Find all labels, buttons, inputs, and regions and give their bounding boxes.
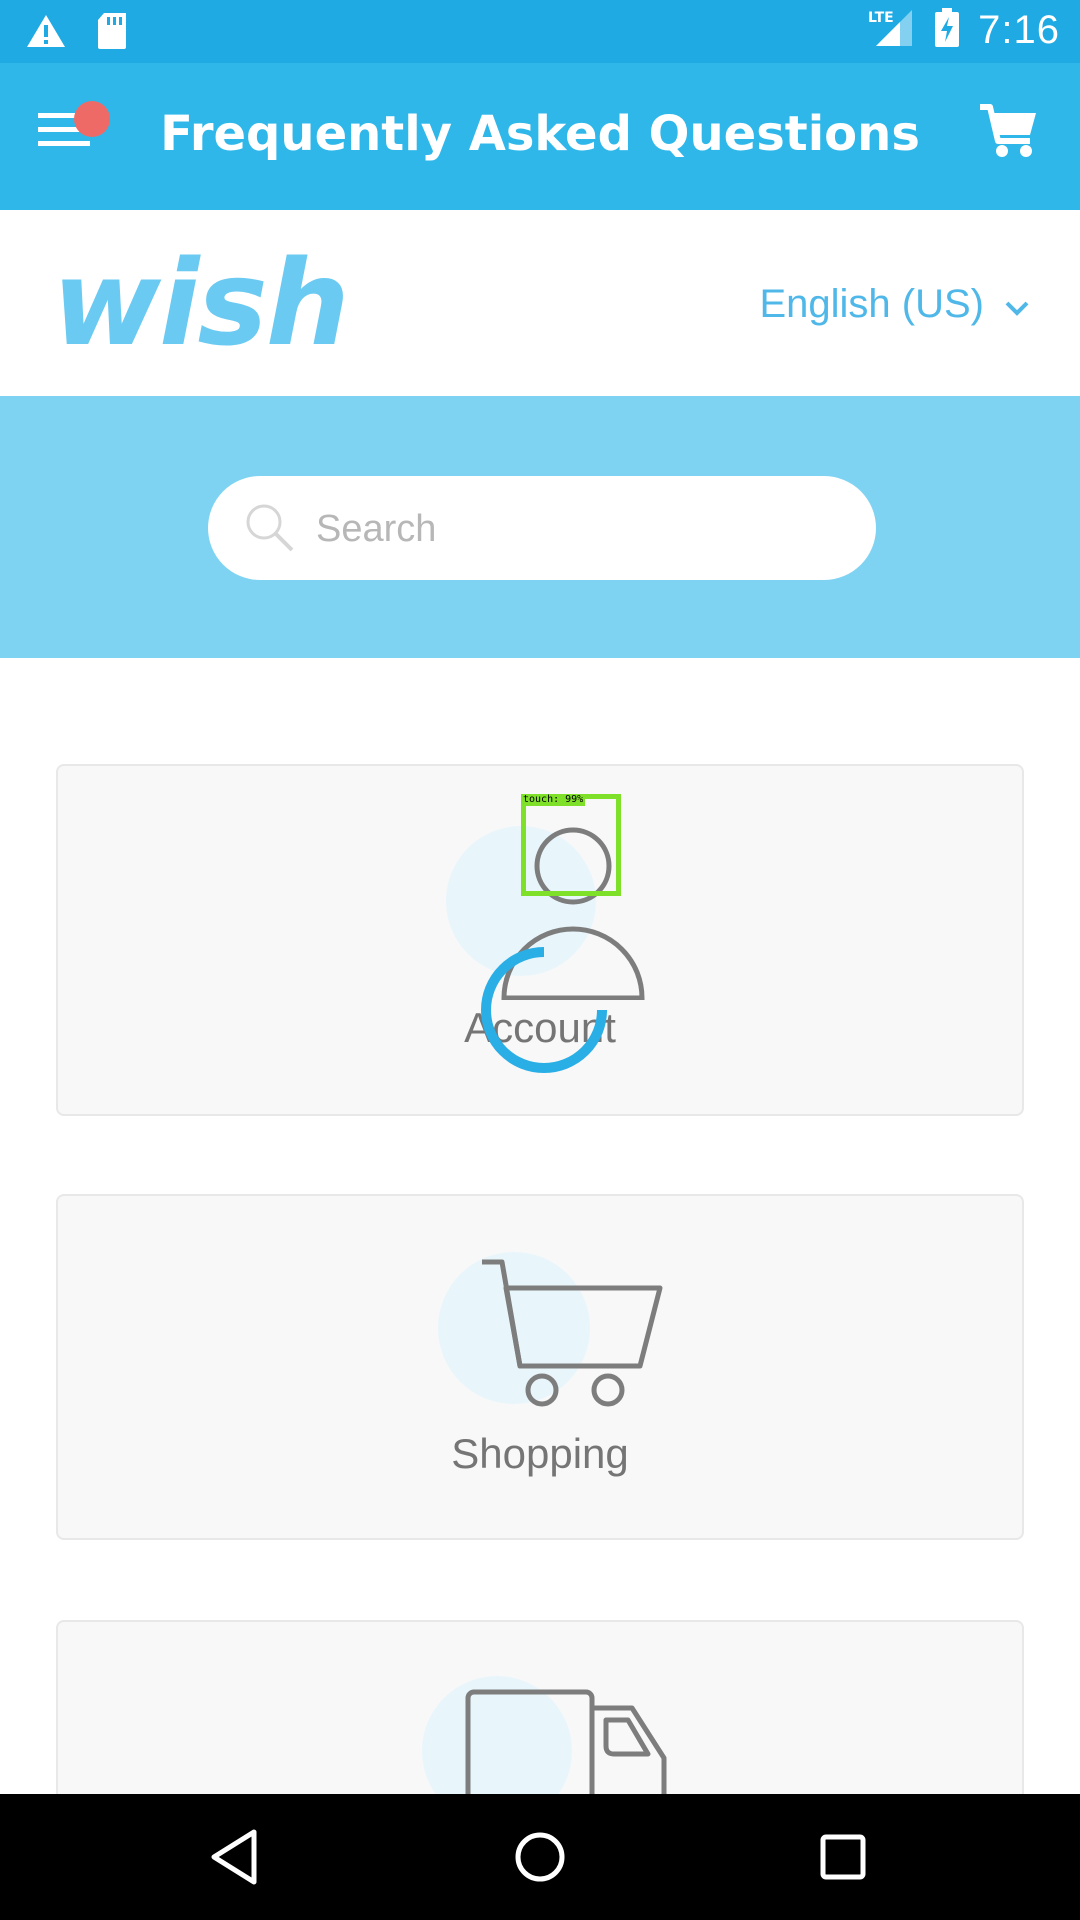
category-card-account[interactable]: Account touch: 99% (56, 764, 1024, 1116)
home-icon (507, 1832, 573, 1894)
cart-button[interactable] (978, 103, 1044, 169)
search-bar[interactable] (208, 476, 876, 580)
battery-charging-icon (934, 8, 960, 53)
app-bar: Frequently Asked Questions (0, 63, 1080, 210)
search-input[interactable] (314, 494, 838, 564)
signal-icon: LTE (868, 8, 916, 53)
category-card-delivery[interactable] (56, 1620, 1024, 1794)
touch-indicator-label: touch: 99% (521, 794, 586, 806)
search-banner (0, 396, 1080, 658)
screen: LTE 7:16 Frequently Asked Questions wish… (0, 0, 1080, 1920)
loading-spinner-icon (476, 942, 612, 1083)
language-label: English (US) (759, 282, 984, 326)
back-button[interactable] (204, 1824, 270, 1890)
sd-card-icon (96, 12, 128, 55)
shopping-cart-icon (480, 1258, 664, 1413)
warning-icon (26, 13, 66, 54)
recents-icon (810, 1834, 876, 1894)
svg-text:LTE: LTE (868, 10, 894, 26)
back-icon (204, 1829, 270, 1894)
status-bar: LTE 7:16 (0, 0, 1080, 63)
chevron-down-icon (1004, 282, 1030, 327)
category-label: Shopping (451, 1430, 629, 1477)
wish-logo[interactable]: wish (52, 244, 350, 362)
header-bar: wish English (US) (0, 210, 1080, 396)
home-button[interactable] (507, 1824, 573, 1890)
page-title: Frequently Asked Questions (160, 106, 920, 162)
category-card-shopping[interactable]: Shopping (56, 1194, 1024, 1540)
search-icon (244, 502, 296, 554)
shopping-cart-icon (978, 104, 1038, 163)
delivery-truck-icon (464, 1688, 668, 1794)
language-selector[interactable]: English (US) (759, 282, 1030, 327)
status-time: 7:16 (978, 8, 1060, 52)
recents-button[interactable] (810, 1824, 876, 1890)
touch-indicator (521, 794, 621, 896)
system-navigation-bar (0, 1794, 1080, 1920)
